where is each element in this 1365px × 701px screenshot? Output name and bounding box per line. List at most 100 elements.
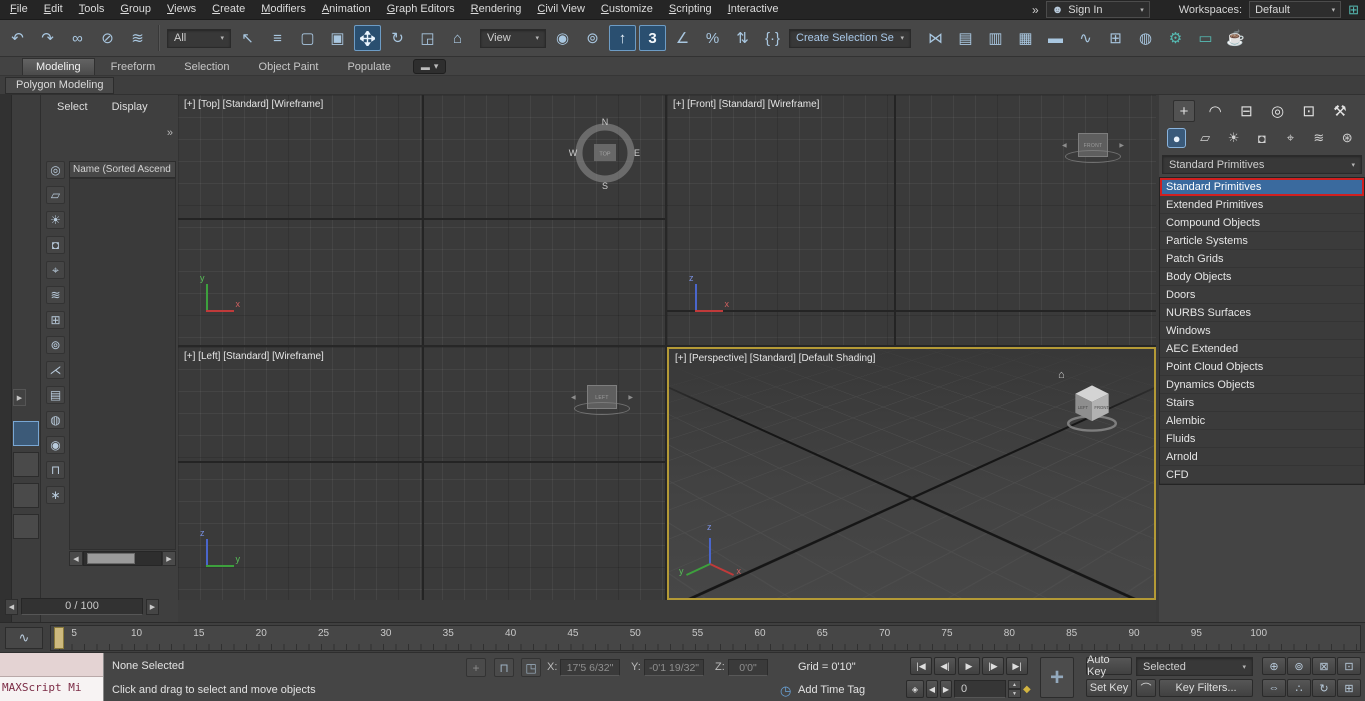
ribbon-config-button[interactable]: ▬ ▾ <box>413 59 447 74</box>
filter-containers-toggle[interactable]: ▤ <box>46 386 65 404</box>
auto-key-button[interactable]: Auto Key <box>1086 657 1132 675</box>
timeline-tick[interactable]: 10 <box>105 628 167 639</box>
walk-through-button[interactable]: ∴ <box>1287 679 1311 697</box>
workspace-dropdown[interactable]: Default ▾ <box>1249 1 1341 18</box>
filter-cameras-toggle[interactable]: ◘ <box>46 236 65 254</box>
viewcube[interactable]: ◀ FRONT ▶ <box>1064 133 1122 163</box>
pan-view-button[interactable]: ⇔ <box>1262 679 1286 697</box>
angle-snap-toggle[interactable]: ∠ <box>669 25 696 51</box>
use-pivot-point-button[interactable]: ◉ <box>549 25 576 51</box>
next-key-icon[interactable]: ▶ <box>940 680 952 698</box>
select-and-link-button[interactable]: ∞ <box>64 25 91 51</box>
filter-xrefs-toggle[interactable]: ⊚ <box>46 336 65 354</box>
modify-tab[interactable]: ◠ <box>1204 100 1226 122</box>
primitive-aec-extended[interactable]: AEC Extended <box>1160 340 1364 358</box>
shapes-category[interactable]: ▱ <box>1195 128 1214 148</box>
align-button[interactable]: ▤ <box>952 25 979 51</box>
key-filters-button[interactable]: Key Filters... <box>1159 679 1253 697</box>
selection-lock-icon[interactable]: ⊓ <box>494 658 514 677</box>
viewport-label[interactable]: [+] [Top] [Standard] [Wireframe] <box>184 99 323 110</box>
select-and-place-button[interactable]: ⌂ <box>444 25 471 51</box>
menu-create[interactable]: Create <box>204 0 253 20</box>
compass-west[interactable]: W <box>569 148 578 158</box>
primitive-point-cloud-objects[interactable]: Point Cloud Objects <box>1160 358 1364 376</box>
viewport-layout-tab-3[interactable] <box>13 483 39 508</box>
edit-named-selection-sets-button[interactable]: {·} <box>759 25 786 51</box>
menu-views[interactable]: Views <box>159 0 204 20</box>
primitive-stairs[interactable]: Stairs <box>1160 394 1364 412</box>
lights-category[interactable]: ☀ <box>1224 128 1243 148</box>
menu-scripting[interactable]: Scripting <box>661 0 720 20</box>
select-and-rotate-button[interactable]: ↻ <box>384 25 411 51</box>
compass-south[interactable]: S <box>602 181 608 191</box>
bind-to-space-warp-button[interactable]: ≋ <box>124 25 151 51</box>
toggle-scene-explorer-button[interactable]: ▥ <box>982 25 1009 51</box>
primitive-windows[interactable]: Windows <box>1160 322 1364 340</box>
zoom-extents-all-button[interactable]: ⊠ <box>1312 657 1336 675</box>
select-by-name-button[interactable]: ≡ <box>264 25 291 51</box>
timeline-tick[interactable]: 20 <box>230 628 292 639</box>
compass-east[interactable]: E <box>634 148 640 158</box>
menu-graph-editors[interactable]: Graph Editors <box>379 0 463 20</box>
timeline-tick[interactable]: 25 <box>292 628 354 639</box>
window-crossing-toggle[interactable]: ▣ <box>324 25 351 51</box>
zoom-region-button[interactable]: ⊡ <box>1337 657 1361 675</box>
timeline-tick[interactable]: 50 <box>604 628 666 639</box>
timeline-tick[interactable]: 15 <box>168 628 230 639</box>
reference-coordinate-dropdown[interactable]: View ▾ <box>480 29 546 48</box>
zoom-button[interactable]: ⊕ <box>1262 657 1286 675</box>
geometry-category[interactable]: ● <box>1167 128 1186 148</box>
mirror-button[interactable]: ⋈ <box>922 25 949 51</box>
menu-rendering[interactable]: Rendering <box>463 0 530 20</box>
next-frame-arrow[interactable]: ▶ <box>146 599 159 615</box>
viewcube-compass[interactable]: TOP N E S W <box>567 115 643 191</box>
primitive-patch-grids[interactable]: Patch Grids <box>1160 250 1364 268</box>
scrollbar-thumb[interactable] <box>87 553 135 564</box>
filter-helpers-toggle[interactable]: ⌖ <box>46 261 65 279</box>
scroll-right-icon[interactable]: ▶ <box>162 551 176 566</box>
viewport-label[interactable]: [+] [Left] [Standard] [Wireframe] <box>184 351 324 362</box>
current-frame-field[interactable]: 0 <box>954 680 1006 698</box>
primitive-alembic[interactable]: Alembic <box>1160 412 1364 430</box>
viewport-label[interactable]: [+] [Front] [Standard] [Wireframe] <box>673 99 819 110</box>
menu-file[interactable]: File <box>2 0 36 20</box>
space-warps-category[interactable]: ≋ <box>1309 128 1328 148</box>
selection-set-dropdown[interactable]: Selected ▾ <box>1136 657 1253 676</box>
compass-north[interactable]: N <box>602 117 609 127</box>
cube-rotate-right-icon[interactable]: ▶ <box>628 394 633 401</box>
select-and-move-button[interactable] <box>354 25 381 51</box>
previous-frame-arrow[interactable]: ◀ <box>5 599 18 615</box>
filter-frozen-toggle[interactable]: ∗ <box>46 486 65 504</box>
viewcube[interactable]: ◀ LEFT ▶ <box>573 385 631 415</box>
display-tab[interactable]: ⊡ <box>1298 100 1320 122</box>
menu-group[interactable]: Group <box>112 0 159 20</box>
previous-key-icon[interactable]: ◀ <box>926 680 938 698</box>
key-tangent-icon[interactable]: ⌒ <box>1136 679 1156 697</box>
keyboard-shortcut-override-toggle[interactable]: ↑ <box>609 25 636 51</box>
named-selection-sets-dropdown[interactable]: Create Selection Se ▾ <box>789 29 911 48</box>
render-setup-button[interactable]: ⚙ <box>1162 25 1189 51</box>
timeline-tick[interactable]: 40 <box>479 628 541 639</box>
timeline-tick[interactable]: 5 <box>43 628 105 639</box>
percent-snap-toggle[interactable]: % <box>699 25 726 51</box>
name-column-header[interactable]: Name (Sorted Ascend <box>69 161 176 178</box>
primitive-fluids[interactable]: Fluids <box>1160 430 1364 448</box>
next-frame-button[interactable]: |▶ <box>982 657 1004 675</box>
timeline-tick[interactable]: 35 <box>417 628 479 639</box>
ribbon-tab-selection[interactable]: Selection <box>171 59 242 75</box>
unlink-selection-button[interactable]: ⊘ <box>94 25 121 51</box>
timeline-tick[interactable]: 80 <box>978 628 1040 639</box>
scene-explorer-list[interactable] <box>69 178 176 550</box>
y-coordinate-field[interactable]: -0'1 19/32" <box>644 659 704 676</box>
primitive-category-dropdown[interactable]: Standard Primitives ▾ <box>1162 155 1362 174</box>
cube-rotate-left-icon[interactable]: ◀ <box>1062 142 1067 149</box>
add-time-tag[interactable]: Add Time Tag <box>798 684 865 696</box>
spinner-up-icon[interactable]: ▲ <box>1008 680 1021 689</box>
systems-category[interactable]: ⊛ <box>1338 128 1357 148</box>
primitive-body-objects[interactable]: Body Objects <box>1160 268 1364 286</box>
ribbon-tab-freeform[interactable]: Freeform <box>98 59 169 75</box>
timeline-tick[interactable]: 70 <box>853 628 915 639</box>
transform-gizmo-icon[interactable]: + <box>466 658 486 677</box>
toolbar-overflow-icon[interactable]: » <box>1032 3 1039 17</box>
viewport-label[interactable]: [+] [Perspective] [Standard] [Default Sh… <box>675 353 875 364</box>
